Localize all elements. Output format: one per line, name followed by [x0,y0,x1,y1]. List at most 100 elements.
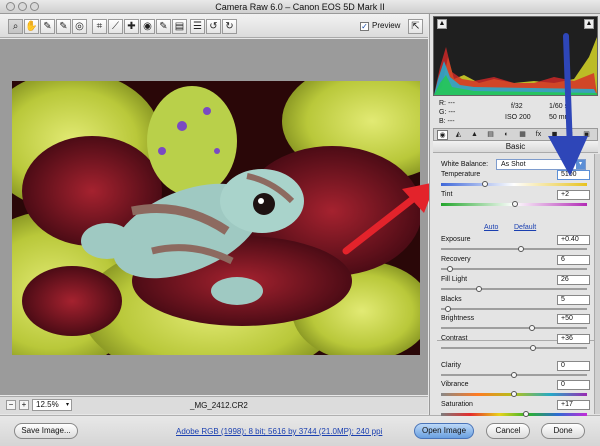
fill-slider-track[interactable] [441,288,587,290]
focal-length-value: 50 mm [549,114,571,121]
exposure-slider-handle[interactable] [518,246,525,252]
camera-raw-window: Camera Raw 6.0 – Canon EOS 5D Mark II ⌕ ✋… [0,0,600,446]
panel-tab-9-icon[interactable]: ▣ [581,130,592,140]
zoom-tool-icon[interactable]: ⌕ [8,19,23,34]
window-title: Camera Raw 6.0 – Canon EOS 5D Mark II [215,2,385,12]
panel-scrollbar[interactable] [594,154,600,414]
panel-tab-2-icon[interactable]: ▲ [469,130,480,140]
fill-label: Fill Light [441,276,468,283]
zoom-out-button[interactable]: − [6,400,16,410]
auto-link[interactable]: Auto [484,224,498,231]
brightness-slider-track[interactable] [441,327,587,329]
color-sampler-tool-icon[interactable]: ✎ [56,19,71,34]
saturation-label: Saturation [441,401,473,408]
temp-slider-handle[interactable] [481,181,488,187]
fill-value-field[interactable]: 26 [557,275,590,285]
iso-value: ISO 200 [505,114,531,121]
zoom-in-button[interactable]: + [19,400,29,410]
adjustment-brush-tool-icon[interactable]: ✎ [156,19,171,34]
hand-tool-icon[interactable]: ✋ [24,19,39,34]
red-eye-tool-icon[interactable]: ◉ [140,19,155,34]
contrast-slider-handle[interactable] [529,345,536,351]
title-bar: Camera Raw 6.0 – Canon EOS 5D Mark II [0,0,600,14]
clarity-slider-handle[interactable] [511,372,517,378]
red-readout: R: --- [439,100,455,107]
image-preview-area[interactable] [0,39,436,395]
saturation-value-field[interactable]: +17 [557,400,590,410]
spot-removal-tool-icon[interactable]: ✚ [124,19,139,34]
tint-value-field[interactable]: +2 [557,190,590,200]
panel-tab-7-icon[interactable]: ◼ [549,130,560,140]
rotate-cw-icon[interactable]: ↻ [222,19,237,34]
graduated-filter-tool-icon[interactable]: ▤ [172,19,187,34]
minimize-window-icon[interactable] [18,2,27,11]
highlight-clipping-toggle[interactable]: ▲ [584,19,594,29]
bottom-bar: Save Image... Adobe RGB (1998); 8 bit; 5… [0,415,600,446]
close-window-icon[interactable] [6,2,15,11]
workflow-options-link[interactable]: Adobe RGB (1998); 8 bit; 5616 by 3744 (2… [176,427,382,436]
panel-tab-8-icon[interactable]: ≡ [565,130,576,140]
histogram: ▲ ▲ [433,16,598,96]
contrast-slider-track[interactable] [441,347,587,349]
adjustment-panel: ▲ ▲ R: --- G: --- B: --- f/32 1/60 s ISO… [429,14,600,417]
clarity-label: Clarity [441,362,461,369]
shadow-clipping-toggle[interactable]: ▲ [437,19,447,29]
preview-check-icon[interactable]: ✓ [360,22,369,31]
preview-checkbox[interactable]: ✓ Preview [360,21,400,31]
panel-tab-0-icon[interactable]: ◉ [437,130,448,140]
zoom-level-select[interactable]: 12.5% ▾ [32,399,72,411]
file-name: _MG_2412.CR2 [190,401,248,410]
recovery-slider-track[interactable] [441,268,587,270]
tint-label: Tint [441,191,453,198]
straighten-tool-icon[interactable]: ⟋ [108,19,123,34]
histogram-graph [434,37,597,95]
panel-tab-1-icon[interactable]: ◭ [453,130,464,140]
brightness-value-field[interactable]: +50 [557,314,590,324]
recovery-value-field[interactable]: 6 [557,255,590,265]
blacks-label: Blacks [441,296,462,303]
blacks-slider-handle[interactable] [445,306,452,312]
zoom-window-icon[interactable] [30,2,39,11]
panel-tab-5-icon[interactable]: ▦ [517,130,528,140]
saturation-slider-handle[interactable] [522,411,529,417]
exposure-value-field[interactable]: +0.40 [557,235,590,245]
frog-on-coleus-photo [12,81,420,355]
photo-preview[interactable] [12,81,420,355]
rotate-ccw-icon[interactable]: ↺ [206,19,221,34]
clarity-value-field[interactable]: 0 [557,361,590,371]
brightness-label: Brightness [441,315,475,322]
targeted-adjustment-tool-icon[interactable]: ◎ [72,19,87,34]
panel-title: Basic [433,141,598,153]
cancel-button[interactable]: Cancel [486,423,530,439]
save-image-button[interactable]: Save Image... [14,423,78,439]
fill-slider-handle[interactable] [475,286,482,292]
chevron-down-icon: ▾ [65,402,69,408]
blue-readout: B: --- [439,118,455,125]
panel-tab-6-icon[interactable]: fx [533,130,544,140]
default-link[interactable]: Default [514,224,536,231]
preferences-icon[interactable]: ☰ [190,19,205,34]
recovery-slider-handle[interactable] [446,266,453,272]
blacks-slider-track[interactable] [441,308,587,310]
vibrance-slider-handle[interactable] [511,391,517,397]
status-bar: − + 12.5% ▾ _MG_2412.CR2 [0,396,428,414]
open-image-button[interactable]: Open Image [414,423,474,439]
blacks-value-field[interactable]: 5 [557,295,590,305]
exposure-slider-track[interactable] [441,248,587,250]
vibrance-value-field[interactable]: 0 [557,380,590,390]
tint-slider-handle[interactable] [512,201,519,207]
white-balance-tool-icon[interactable]: ✎ [40,19,55,34]
preview-label: Preview [372,21,401,30]
crop-tool-icon[interactable]: ⌗ [92,19,107,34]
contrast-value-field[interactable]: +36 [557,334,590,344]
contrast-label: Contrast [441,335,468,342]
saturation-slider-track[interactable] [441,413,587,416]
panel-tab-4-icon[interactable]: ◐ [501,130,512,140]
done-button[interactable]: Done [541,423,585,439]
brightness-slider-handle[interactable] [528,325,535,331]
temp-value-field[interactable]: 5100 [557,170,590,180]
temp-slider-track[interactable] [441,183,587,186]
white-balance-select[interactable]: As Shot ▾ [496,159,586,170]
panel-tab-3-icon[interactable]: ▤ [485,130,496,140]
fullscreen-toggle-icon[interactable]: ⇱ [408,19,423,34]
